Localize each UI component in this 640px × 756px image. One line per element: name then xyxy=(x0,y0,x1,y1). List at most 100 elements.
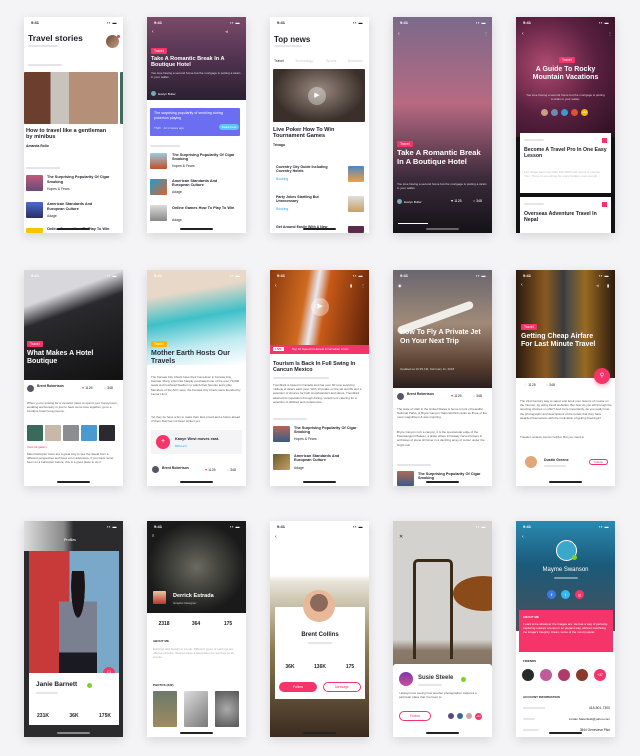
menu-icon[interactable]: ≡ xyxy=(152,534,154,538)
category-tag[interactable]: Travel xyxy=(397,141,413,147)
card-title[interactable]: Become A Travel Pro In One Easy Lesson xyxy=(524,147,608,160)
like-count[interactable]: ♡ 1125 xyxy=(524,383,536,387)
twitter-icon[interactable]: t xyxy=(561,590,570,599)
list-title[interactable]: The Surprising Popularity Of Cigar Smoki… xyxy=(172,153,242,162)
list-thumb[interactable] xyxy=(150,205,167,221)
photo[interactable] xyxy=(184,691,208,727)
list-thumb[interactable] xyxy=(348,196,364,212)
facebook-icon[interactable]: f xyxy=(547,590,556,599)
list-thumb[interactable] xyxy=(26,175,43,191)
reader-avatar[interactable] xyxy=(551,109,558,116)
list-title[interactable]: Coventry City Guide Including Coventry H… xyxy=(276,165,340,173)
list-thumb[interactable] xyxy=(150,153,167,169)
photo[interactable] xyxy=(153,691,177,727)
follow-button[interactable]: Follow xyxy=(589,459,608,465)
article-title[interactable]: How To Fly A Private Jet On Your Next Tr… xyxy=(400,328,488,346)
comment-count[interactable]: ○ 348 xyxy=(473,199,482,203)
comment-count[interactable]: ○ 348 xyxy=(546,383,555,387)
gallery-photo[interactable] xyxy=(99,425,115,441)
friend-avatar[interactable] xyxy=(522,669,534,681)
gallery-photo[interactable] xyxy=(63,425,79,441)
like-count[interactable]: ♥ 1125 xyxy=(82,386,93,390)
list-thumb[interactable] xyxy=(273,426,290,442)
article-title[interactable]: Getting Cheap Airfare For Last Minute Tr… xyxy=(521,333,601,349)
list-title[interactable]: The Surprising Popularity Of Cigar Smoki… xyxy=(47,175,119,185)
follow-button[interactable]: Follow xyxy=(279,682,317,692)
reader-avatar[interactable] xyxy=(561,109,568,116)
more-icon[interactable]: ⋮ xyxy=(361,284,365,288)
tab-technology[interactable]: Technology xyxy=(295,59,313,63)
feature-image[interactable] xyxy=(24,72,118,124)
author-avatar[interactable] xyxy=(525,456,537,468)
list-thumb[interactable] xyxy=(150,179,167,195)
more-icon[interactable]: ⋮ xyxy=(608,32,612,36)
more-friends[interactable]: +37 xyxy=(594,669,606,681)
related-title[interactable]: Kanye West moves east. xyxy=(175,437,219,441)
follower-avatar[interactable] xyxy=(466,713,472,719)
article-title[interactable]: Tourism Is Back In Full Swing In Cancun … xyxy=(273,361,365,373)
follower-avatar[interactable] xyxy=(448,713,454,719)
avatar[interactable] xyxy=(399,672,413,686)
category-tag[interactable]: Travel xyxy=(559,57,575,63)
follow-button[interactable]: Follow xyxy=(399,711,431,721)
more-readers[interactable]: +12 xyxy=(581,109,588,116)
gallery-photo[interactable] xyxy=(45,425,61,441)
follower-avatar[interactable] xyxy=(457,713,463,719)
plus-icon[interactable]: + xyxy=(156,435,170,449)
category-tag[interactable]: Travel xyxy=(151,341,167,347)
share-icon[interactable]: ⋖ xyxy=(225,30,228,34)
back-icon[interactable]: ‹ xyxy=(522,32,524,37)
list-thumb[interactable] xyxy=(26,228,43,233)
list-thumb[interactable] xyxy=(397,471,414,486)
more-followers[interactable]: +24 xyxy=(475,713,482,720)
comment-count[interactable]: ○ 348 xyxy=(227,468,236,472)
next-feature-image[interactable] xyxy=(120,72,123,124)
comment-count[interactable]: ○ 348 xyxy=(104,386,113,390)
list-thumb[interactable] xyxy=(26,202,43,218)
play-icon[interactable]: ▶ xyxy=(311,298,329,316)
tab-sports[interactable]: Sports xyxy=(326,59,336,63)
list-title[interactable]: Online Games How To Play To Win xyxy=(172,206,244,210)
back-icon[interactable]: ‹ xyxy=(275,535,277,540)
comment-count[interactable]: ○ 348 xyxy=(473,394,482,398)
read-more-button[interactable]: Read more xyxy=(219,124,239,130)
feature-title[interactable]: How to travel like a gentleman by minibu… xyxy=(26,128,114,141)
more-icon[interactable]: ⋮ xyxy=(484,32,488,36)
back-icon[interactable]: ‹ xyxy=(275,284,277,289)
article-title[interactable]: What Makes A Hotel Boutique xyxy=(27,350,121,366)
like-count[interactable]: ♥ 1125 xyxy=(451,199,462,203)
reader-avatar[interactable] xyxy=(571,109,578,116)
category-tag[interactable]: Travel xyxy=(27,341,43,347)
friend-avatar[interactable] xyxy=(540,669,552,681)
list-title[interactable]: The Surprising Popularity Of Cigar Smoki… xyxy=(294,426,366,435)
back-icon[interactable]: ‹ xyxy=(522,535,524,540)
bookmark-icon[interactable]: ▮ xyxy=(607,284,609,288)
bookmark-icon[interactable]: ▮ xyxy=(350,284,352,288)
article-card[interactable] xyxy=(520,133,611,193)
like-count[interactable]: ♥ 1125 xyxy=(205,468,216,472)
back-icon[interactable]: ‹ xyxy=(152,30,154,35)
close-icon[interactable]: ✕ xyxy=(399,535,403,540)
list-thumb[interactable] xyxy=(348,226,364,233)
list-thumb[interactable] xyxy=(348,166,364,182)
location-pin-button[interactable]: ⚲ xyxy=(594,368,610,384)
list-title[interactable]: The Surprising Popularity Of Cigar Smoki… xyxy=(418,472,490,481)
back-icon[interactable]: ‹ xyxy=(398,32,400,37)
list-title[interactable]: American Standards And European Culture xyxy=(294,454,354,463)
message-button[interactable]: Message xyxy=(323,682,361,692)
tab-travel[interactable]: Travel xyxy=(274,59,284,63)
list-thumb[interactable] xyxy=(273,454,290,470)
friend-avatar[interactable] xyxy=(558,669,570,681)
category-tag[interactable]: Travel xyxy=(151,48,167,54)
card-title[interactable]: Overseas Adventure Travel In Nepal xyxy=(524,211,610,224)
tab-business[interactable]: Business xyxy=(348,59,363,63)
gallery-photo[interactable] xyxy=(27,425,43,441)
bookmark-icon[interactable] xyxy=(602,138,607,143)
article-title[interactable]: Take A Romantic Break In A Boutique Hote… xyxy=(397,148,489,166)
article-title[interactable]: A Guide To Rocky Mountain Vacations xyxy=(520,66,611,82)
article-title[interactable]: Mother Earth Hosts Our Travels xyxy=(151,350,243,366)
list-title[interactable]: American Standards And European Culture xyxy=(172,179,232,188)
photo[interactable] xyxy=(215,691,239,727)
play-icon[interactable]: ▶ xyxy=(308,87,326,105)
friend-avatar[interactable] xyxy=(576,669,588,681)
